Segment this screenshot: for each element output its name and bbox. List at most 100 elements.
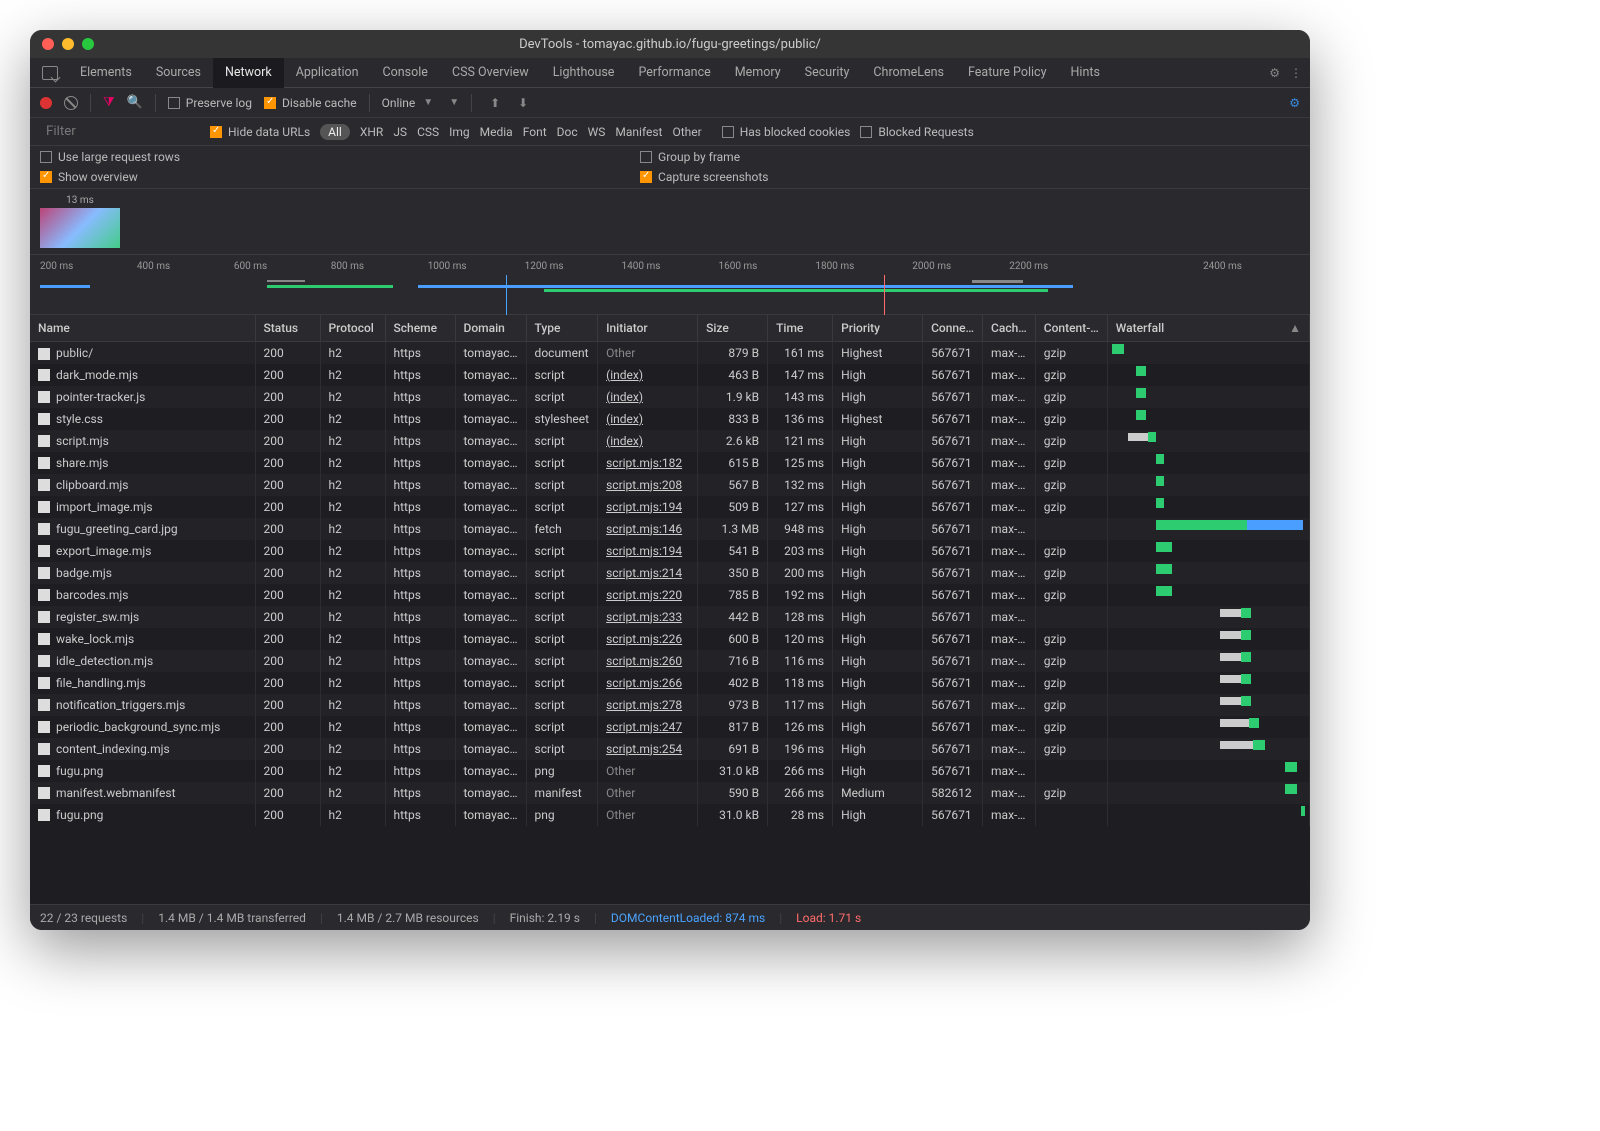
initiator-link[interactable]: (index) bbox=[606, 412, 643, 426]
filter-icon[interactable]: ⧩ bbox=[103, 95, 115, 110]
filter-type-manifest[interactable]: Manifest bbox=[615, 125, 662, 139]
initiator-link[interactable]: script.mjs:208 bbox=[606, 478, 682, 492]
filter-type-doc[interactable]: Doc bbox=[557, 125, 578, 139]
initiator-link[interactable]: script.mjs:260 bbox=[606, 654, 682, 668]
request-row[interactable]: fugu_greeting_card.jpg200h2httpstomayac…… bbox=[30, 518, 1310, 540]
initiator-link[interactable]: script.mjs:194 bbox=[606, 544, 682, 558]
close-button[interactable] bbox=[42, 38, 54, 50]
clear-button[interactable] bbox=[64, 96, 78, 110]
column-protocol[interactable]: Protocol bbox=[320, 315, 385, 342]
disable-cache-checkbox[interactable]: Disable cache bbox=[264, 96, 357, 110]
has-blocked-cookies-checkbox[interactable]: Has blocked cookies bbox=[722, 125, 851, 139]
preserve-log-checkbox[interactable]: Preserve log bbox=[168, 96, 252, 110]
column-type[interactable]: Type bbox=[526, 315, 598, 342]
capture-screenshots-checkbox[interactable]: Capture screenshots bbox=[640, 170, 768, 184]
request-row[interactable]: notification_triggers.mjs200h2httpstomay… bbox=[30, 694, 1310, 716]
tab-hints[interactable]: Hints bbox=[1059, 58, 1112, 88]
column-time[interactable]: Time bbox=[768, 315, 833, 342]
request-row[interactable]: style.css200h2httpstomayac…stylesheet(in… bbox=[30, 408, 1310, 430]
request-row[interactable]: export_image.mjs200h2httpstomayac…script… bbox=[30, 540, 1310, 562]
download-icon[interactable]: ⬇ bbox=[518, 96, 528, 110]
throttling-select[interactable]: Online▼ bbox=[382, 96, 434, 110]
request-row[interactable]: import_image.mjs200h2httpstomayac…script… bbox=[30, 496, 1310, 518]
column-size[interactable]: Size bbox=[698, 315, 768, 342]
tab-elements[interactable]: Elements bbox=[68, 58, 144, 88]
minimize-button[interactable] bbox=[62, 38, 74, 50]
filter-type-js[interactable]: JS bbox=[393, 125, 407, 139]
request-row[interactable]: idle_detection.mjs200h2httpstomayac…scri… bbox=[30, 650, 1310, 672]
initiator-link[interactable]: script.mjs:182 bbox=[606, 456, 682, 470]
initiator-link[interactable]: script.mjs:226 bbox=[606, 632, 682, 646]
column-conne-[interactable]: Conne… bbox=[923, 315, 983, 342]
column-status[interactable]: Status bbox=[255, 315, 320, 342]
initiator-link[interactable]: (index) bbox=[606, 368, 643, 382]
request-row[interactable]: wake_lock.mjs200h2httpstomayac…scriptscr… bbox=[30, 628, 1310, 650]
tab-console[interactable]: Console bbox=[371, 58, 440, 88]
initiator-link[interactable]: script.mjs:233 bbox=[606, 610, 682, 624]
settings-icon[interactable]: ⚙ bbox=[1269, 66, 1280, 80]
group-by-frame-checkbox[interactable]: Group by frame bbox=[640, 150, 768, 164]
request-row[interactable]: file_handling.mjs200h2httpstomayac…scrip… bbox=[30, 672, 1310, 694]
request-row[interactable]: public/200h2httpstomayac…documentOther87… bbox=[30, 342, 1310, 364]
column-cach-[interactable]: Cach… bbox=[983, 315, 1036, 342]
filter-type-img[interactable]: Img bbox=[449, 125, 470, 139]
initiator-link[interactable]: script.mjs:254 bbox=[606, 742, 682, 756]
tab-feature-policy[interactable]: Feature Policy bbox=[956, 58, 1059, 88]
more-icon[interactable]: ⋮ bbox=[1290, 66, 1302, 80]
inspect-icon[interactable] bbox=[42, 66, 58, 80]
request-row[interactable]: fugu.png200h2httpstomayac…pngOther31.0 k… bbox=[30, 804, 1310, 826]
tab-application[interactable]: Application bbox=[284, 58, 371, 88]
requests-table[interactable]: NameStatusProtocolSchemeDomainTypeInitia… bbox=[30, 315, 1310, 904]
filter-type-xhr[interactable]: XHR bbox=[360, 125, 383, 139]
filter-type-media[interactable]: Media bbox=[480, 125, 513, 139]
filter-input[interactable] bbox=[40, 121, 200, 142]
tab-chromelens[interactable]: ChromeLens bbox=[861, 58, 956, 88]
filter-type-css[interactable]: CSS bbox=[417, 125, 439, 139]
request-row[interactable]: clipboard.mjs200h2httpstomayac…scriptscr… bbox=[30, 474, 1310, 496]
search-icon[interactable]: 🔍 bbox=[127, 95, 143, 110]
request-row[interactable]: badge.mjs200h2httpstomayac…scriptscript.… bbox=[30, 562, 1310, 584]
initiator-link[interactable]: (index) bbox=[606, 434, 643, 448]
filter-type-ws[interactable]: WS bbox=[588, 125, 606, 139]
filter-type-font[interactable]: Font bbox=[523, 125, 547, 139]
use-large-rows-checkbox[interactable]: Use large request rows bbox=[40, 150, 180, 164]
tab-network[interactable]: Network bbox=[213, 58, 284, 88]
column-name[interactable]: Name bbox=[30, 315, 255, 342]
initiator-link[interactable]: script.mjs:278 bbox=[606, 698, 682, 712]
initiator-link[interactable]: script.mjs:194 bbox=[606, 500, 682, 514]
show-overview-checkbox[interactable]: Show overview bbox=[40, 170, 180, 184]
request-row[interactable]: pointer-tracker.js200h2httpstomayac…scri… bbox=[30, 386, 1310, 408]
initiator-link[interactable]: script.mjs:266 bbox=[606, 676, 682, 690]
tab-lighthouse[interactable]: Lighthouse bbox=[541, 58, 627, 88]
request-row[interactable]: barcodes.mjs200h2httpstomayac…scriptscri… bbox=[30, 584, 1310, 606]
column-scheme[interactable]: Scheme bbox=[385, 315, 455, 342]
blocked-requests-checkbox[interactable]: Blocked Requests bbox=[860, 125, 973, 139]
upload-icon[interactable]: ⬆ bbox=[490, 96, 500, 110]
request-row[interactable]: dark_mode.mjs200h2httpstomayac…script(in… bbox=[30, 364, 1310, 386]
zoom-button[interactable] bbox=[82, 38, 94, 50]
column-initiator[interactable]: Initiator bbox=[598, 315, 698, 342]
offline-caret[interactable]: ▼ bbox=[449, 97, 459, 108]
request-row[interactable]: share.mjs200h2httpstomayac…scriptscript.… bbox=[30, 452, 1310, 474]
tab-memory[interactable]: Memory bbox=[723, 58, 793, 88]
initiator-link[interactable]: script.mjs:247 bbox=[606, 720, 682, 734]
request-row[interactable]: content_indexing.mjs200h2httpstomayac…sc… bbox=[30, 738, 1310, 760]
tab-security[interactable]: Security bbox=[793, 58, 862, 88]
initiator-link[interactable]: script.mjs:146 bbox=[606, 522, 682, 536]
column-content-[interactable]: Content-… bbox=[1035, 315, 1107, 342]
tab-css-overview[interactable]: CSS Overview bbox=[440, 58, 541, 88]
initiator-link[interactable]: script.mjs:220 bbox=[606, 588, 682, 602]
request-row[interactable]: periodic_background_sync.mjs200h2httpsto… bbox=[30, 716, 1310, 738]
timeline-overview[interactable]: 200 ms400 ms600 ms800 ms1000 ms1200 ms14… bbox=[30, 255, 1310, 315]
column-domain[interactable]: Domain bbox=[455, 315, 526, 342]
request-row[interactable]: script.mjs200h2httpstomayac…script(index… bbox=[30, 430, 1310, 452]
filter-type-all[interactable]: All bbox=[320, 124, 350, 140]
request-row[interactable]: manifest.webmanifest200h2httpstomayac…ma… bbox=[30, 782, 1310, 804]
column-waterfall[interactable]: Waterfall ▲ bbox=[1107, 315, 1309, 342]
request-row[interactable]: fugu.png200h2httpstomayac…pngOther31.0 k… bbox=[30, 760, 1310, 782]
tab-performance[interactable]: Performance bbox=[626, 58, 722, 88]
request-row[interactable]: register_sw.mjs200h2httpstomayac…scripts… bbox=[30, 606, 1310, 628]
tab-sources[interactable]: Sources bbox=[144, 58, 213, 88]
network-settings-icon[interactable]: ⚙ bbox=[1289, 96, 1300, 110]
column-priority[interactable]: Priority bbox=[833, 315, 923, 342]
